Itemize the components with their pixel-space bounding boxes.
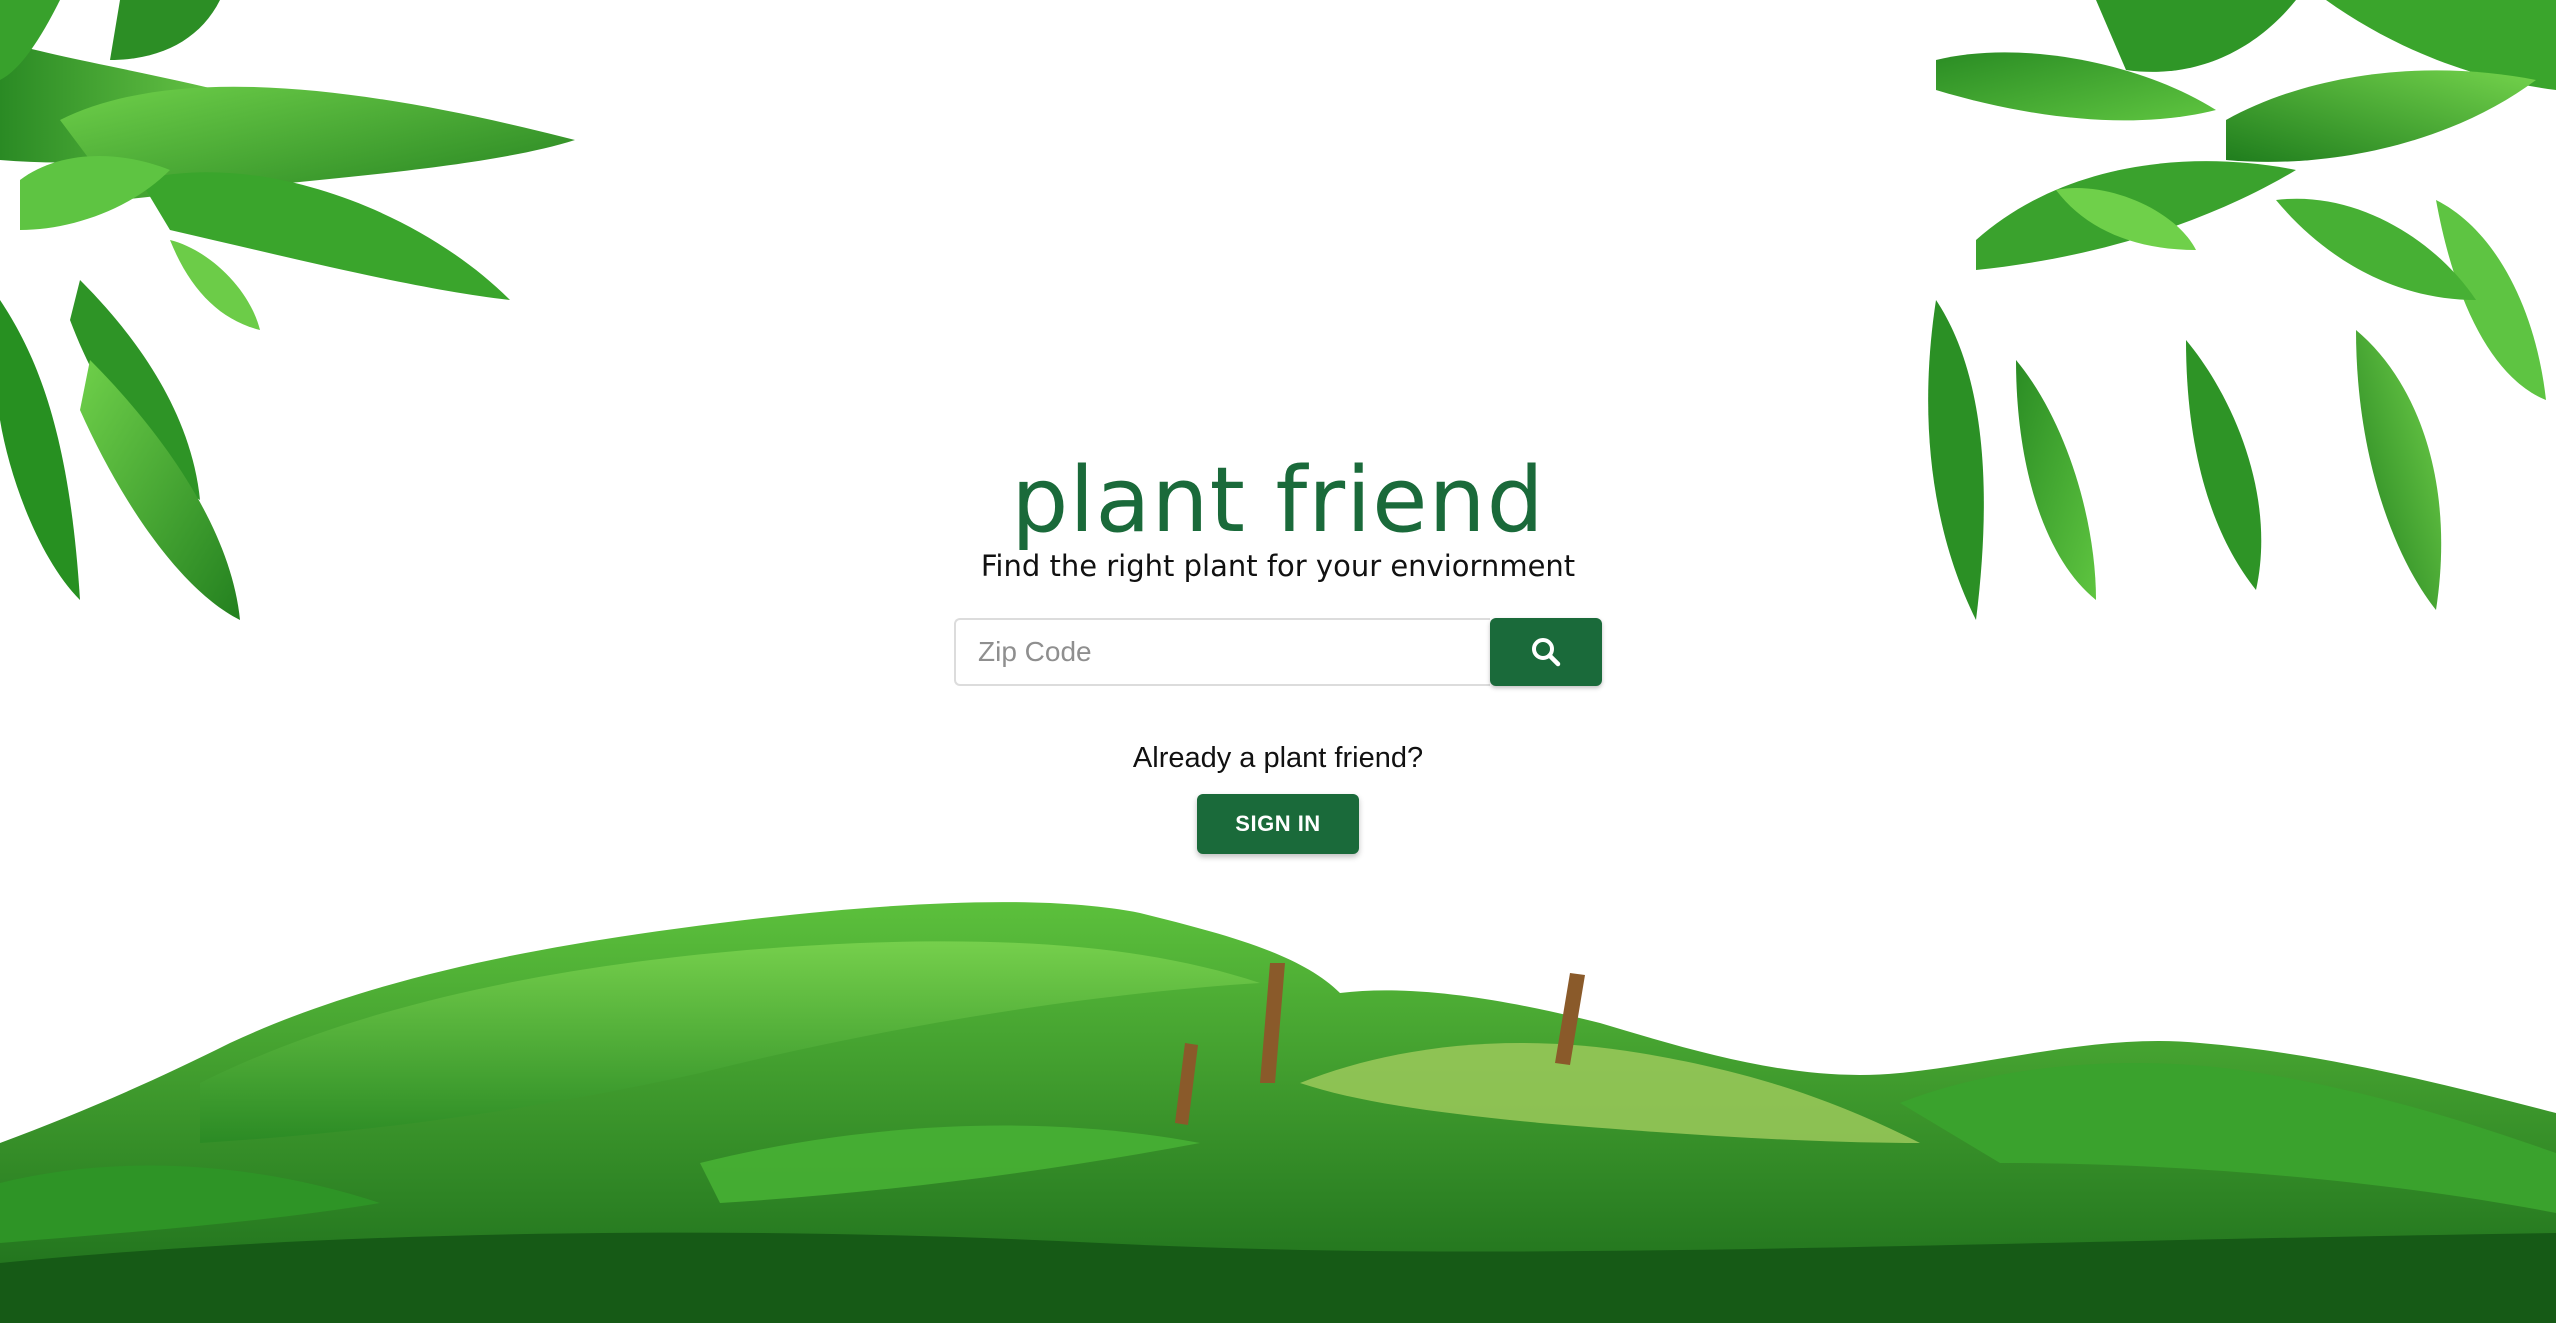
zip-search-form — [954, 618, 1602, 686]
hero-center: plant friend Find the right plant for yo… — [0, 448, 2556, 854]
brand-tagline: Find the right plant for your enviornmen… — [980, 549, 1576, 583]
zip-code-input[interactable] — [954, 618, 1490, 686]
fern-foliage-bottom-image — [0, 902, 2556, 1323]
brand-title: plant friend — [1011, 448, 1545, 553]
sign-in-prompt: Already a plant friend? — [1132, 742, 1424, 774]
landing-page: plant friend Find the right plant for yo… — [0, 0, 2556, 1323]
sign-in-button[interactable]: SIGN IN — [1197, 794, 1359, 854]
search-button[interactable] — [1490, 618, 1602, 686]
search-icon — [1532, 638, 1561, 667]
